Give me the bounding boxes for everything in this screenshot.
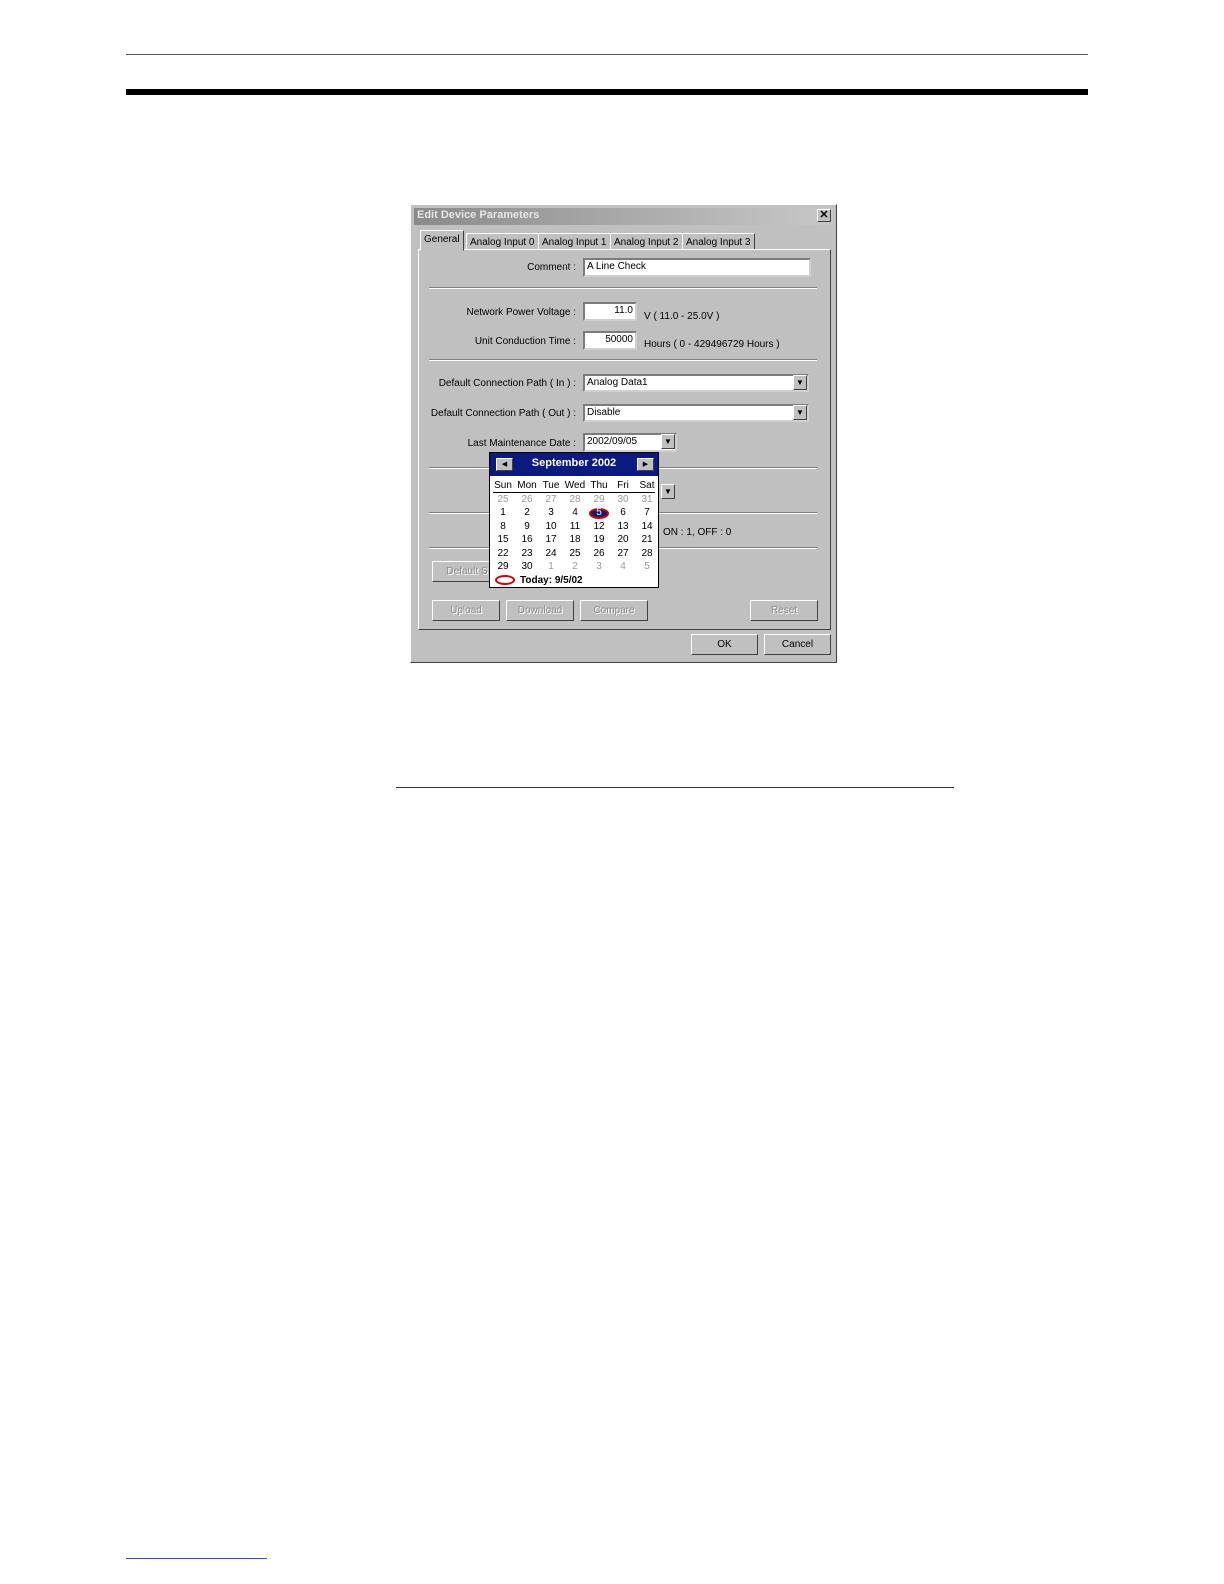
calendar-day[interactable]: 2 (563, 561, 587, 572)
calendar-day[interactable]: 25 (563, 548, 587, 559)
weekday-label: Tue (542, 480, 560, 491)
calendar-day[interactable]: 22 (491, 548, 515, 559)
edit-device-parameters-dialog: Edit Device Parameters ✕ General Analog … (410, 204, 837, 663)
upload-button[interactable]: Upload (432, 600, 500, 621)
compare-button[interactable]: Compare (580, 600, 648, 621)
calendar-day[interactable]: 26 (587, 548, 611, 559)
calendar-day[interactable]: 14 (635, 521, 659, 532)
separator (429, 359, 817, 361)
network-power-voltage-input[interactable]: 11.0 (583, 302, 637, 321)
calendar-day[interactable]: 20 (611, 534, 635, 545)
calendar-day[interactable]: 15 (491, 534, 515, 545)
calendar-day[interactable]: 7 (635, 507, 659, 518)
calendar-day[interactable]: 6 (611, 507, 635, 518)
chevron-down-icon[interactable]: ▼ (661, 434, 675, 449)
calendar-day[interactable]: 24 (539, 548, 563, 559)
calendar-day[interactable]: 31 (635, 494, 659, 505)
footer-rule (126, 1558, 267, 1559)
calendar-day[interactable]: 8 (491, 521, 515, 532)
network-power-voltage-range: V ( 11.0 - 25.0V ) (644, 311, 720, 322)
calendar-day[interactable]: 27 (539, 494, 563, 505)
network-power-voltage-label: Network Power Voltage : (466, 307, 577, 318)
chevron-down-icon[interactable]: ▼ (793, 375, 807, 390)
today-link[interactable]: Today: 9/5/02 (520, 575, 583, 586)
unit-conduction-time-input[interactable]: 50000 (583, 331, 637, 350)
calendar-day[interactable]: 4 (563, 507, 587, 518)
calendar-day[interactable]: 23 (515, 548, 539, 559)
tab-analog-input-1[interactable]: Analog Input 1 (538, 233, 611, 250)
title-bar[interactable]: Edit Device Parameters ✕ (414, 208, 833, 225)
calendar-day[interactable]: 9 (515, 521, 539, 532)
default-connection-path-out-select[interactable]: Disable (583, 404, 809, 422)
calendar-day[interactable]: 29 (491, 561, 515, 572)
reset-button[interactable]: Reset (750, 600, 818, 621)
calendar-month-title[interactable]: September 2002 (490, 457, 658, 469)
calendar-day[interactable]: 26 (515, 494, 539, 505)
calendar-day[interactable]: 28 (635, 548, 659, 559)
previous-month-icon[interactable]: ◀ (496, 458, 513, 471)
calendar-day[interactable]: 10 (539, 521, 563, 532)
calendar-day[interactable]: 17 (539, 534, 563, 545)
calendar-day[interactable]: 3 (539, 507, 563, 518)
tab-analog-input-3[interactable]: Analog Input 3 (682, 233, 755, 250)
comment-label: Comment : (527, 262, 576, 273)
calendar-day[interactable]: 25 (491, 494, 515, 505)
weekday-label: Thu (590, 480, 608, 491)
last-maintenance-date-label: Last Maintenance Date : (467, 438, 576, 449)
dialog-title: Edit Device Parameters (417, 209, 540, 221)
default-connection-path-in-select[interactable]: Analog Data1 (583, 374, 809, 392)
calendar-day[interactable]: 13 (611, 521, 635, 532)
tab-analog-input-0[interactable]: Analog Input 0 (466, 233, 539, 250)
weekday-label: Sat (639, 480, 655, 491)
calendar-day[interactable]: 4 (611, 561, 635, 572)
calendar-day[interactable]: 30 (611, 494, 635, 505)
unit-conduction-time-range: Hours ( 0 - 429496729 Hours ) (644, 339, 780, 350)
next-month-icon[interactable]: ▶ (637, 458, 654, 471)
calendar-day[interactable]: 21 (635, 534, 659, 545)
calendar-day[interactable]: 16 (515, 534, 539, 545)
weekday-divider (493, 492, 655, 493)
weekday-label: Sun (494, 480, 512, 491)
month-calendar-popup: September 2002 ◀ ▶ Sun Mon Tue Wed Thu Fri Sat… (489, 452, 659, 588)
comment-input[interactable]: A Line Check (583, 258, 811, 277)
chevron-down-icon[interactable]: ▼ (793, 405, 807, 420)
separator (429, 287, 817, 289)
calendar-day[interactable]: 30 (515, 561, 539, 572)
on-off-hint: ON : 1, OFF : 0 (663, 527, 732, 538)
default-connection-path-in-label: Default Connection Path ( In ) : (438, 378, 576, 389)
section-rule (396, 787, 954, 788)
ok-button[interactable]: OK (691, 634, 758, 655)
close-icon[interactable]: ✕ (817, 209, 831, 222)
cancel-button[interactable]: Cancel (764, 634, 831, 655)
calendar-day[interactable]: 12 (587, 521, 611, 532)
calendar-day[interactable]: 1 (491, 507, 515, 518)
weekday-label: Fri (617, 480, 629, 491)
tab-general[interactable]: General (420, 230, 464, 251)
calendar-day[interactable]: 1 (539, 561, 563, 572)
header-rule-thick (126, 89, 1088, 95)
calendar-day[interactable]: 3 (587, 561, 611, 572)
calendar-day[interactable]: 29 (587, 494, 611, 505)
calendar-day[interactable]: 28 (563, 494, 587, 505)
today-marker-icon (495, 575, 515, 585)
calendar-day[interactable]: 5 (635, 561, 659, 572)
tab-analog-input-2[interactable]: Analog Input 2 (610, 233, 683, 250)
chevron-down-icon[interactable]: ▼ (661, 484, 675, 499)
calendar-day-selected[interactable]: 5 (587, 507, 611, 518)
download-button[interactable]: Download (506, 600, 574, 621)
calendar-day[interactable]: 2 (515, 507, 539, 518)
calendar-day[interactable]: 11 (563, 521, 587, 532)
unit-conduction-time-label: Unit Conduction Time : (474, 336, 576, 347)
calendar-day[interactable]: 18 (563, 534, 587, 545)
header-rule-thin (126, 54, 1088, 55)
calendar-header: September 2002 ◀ ▶ (490, 453, 658, 476)
calendar-day[interactable]: 27 (611, 548, 635, 559)
default-connection-path-out-label: Default Connection Path ( Out ) : (430, 408, 576, 419)
weekday-label: Wed (564, 480, 586, 491)
weekday-label: Mon (517, 480, 537, 491)
calendar-day[interactable]: 19 (587, 534, 611, 545)
